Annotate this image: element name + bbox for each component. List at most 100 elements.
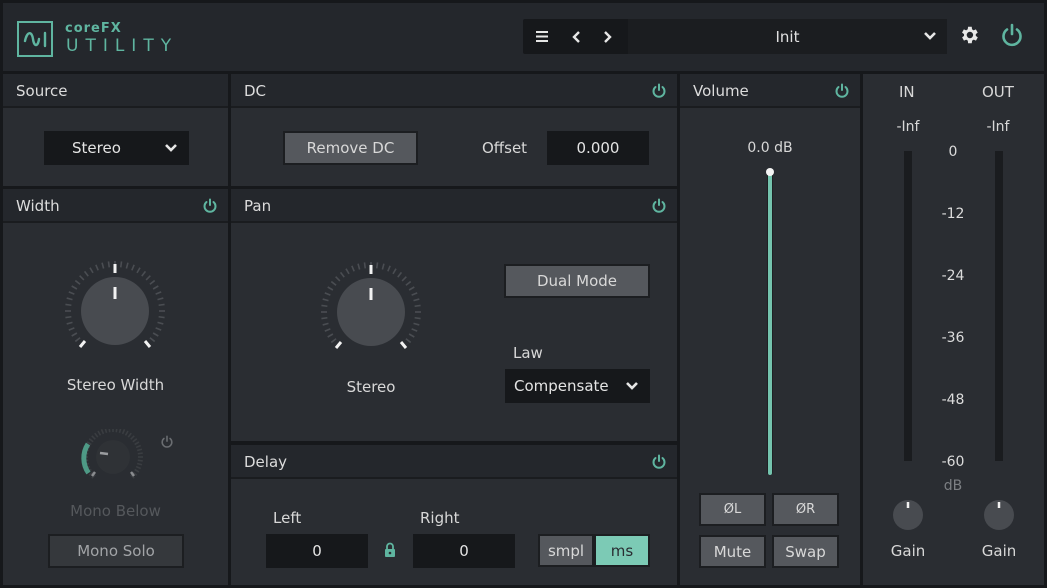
chevron-down-icon	[165, 144, 177, 152]
knob-tick	[95, 264, 99, 271]
knob-tick	[119, 261, 123, 268]
knob-tick	[149, 279, 156, 285]
preset-select[interactable]: Init	[628, 19, 947, 54]
mono-solo-button[interactable]: Mono Solo	[48, 534, 184, 568]
settings-button[interactable]	[958, 24, 980, 50]
volume-power-icon[interactable]	[834, 83, 850, 99]
knob-tick	[411, 328, 418, 332]
stereo-width-label: Stereo Width	[66, 376, 165, 394]
knob-tick	[134, 441, 140, 446]
knob-tick	[66, 321, 73, 325]
phase-invert-left-button[interactable]: ØL	[699, 493, 766, 526]
unit-samples-toggle[interactable]: smpl	[538, 534, 594, 567]
knob-tick	[74, 279, 81, 285]
knob-tick	[135, 465, 142, 470]
db-scale-tick: -48	[941, 392, 965, 408]
output-meter-label: OUT	[982, 83, 1014, 101]
chevron-down-icon	[924, 32, 936, 40]
volume-panel: Volume 0.0 dB ØL ØR Mute Swap	[680, 74, 860, 585]
previous-preset-button[interactable]	[561, 19, 591, 54]
knob-tick	[413, 322, 420, 326]
knob-tick	[141, 270, 147, 277]
dc-title: DC	[244, 82, 267, 100]
knob-tick	[405, 280, 412, 286]
knob-tick	[71, 285, 78, 290]
dc-header: DC	[231, 74, 677, 108]
db-scale-tick: -12	[941, 206, 965, 222]
knob-tick	[381, 263, 385, 270]
volume-value-readout: 0.0 dB	[747, 140, 793, 156]
delay-left-field[interactable]: 0	[266, 534, 368, 568]
output-gain-knob[interactable]	[983, 499, 1015, 531]
knob-tick	[91, 435, 96, 440]
width-title: Width	[16, 197, 60, 215]
knob-tick	[108, 429, 111, 433]
knob-tick	[145, 275, 151, 281]
mono-below-knob[interactable]	[78, 429, 148, 489]
output-gain-label: Gain	[981, 542, 1017, 560]
meter-panel: IN OUT -Inf -Inf 0 -12 -24 -36 -48 -60 dB Gai…	[863, 74, 1044, 585]
source-mode-select[interactable]: Stereo	[44, 131, 189, 165]
knob-tick	[89, 267, 94, 274]
knob-tick	[411, 292, 418, 296]
pan-law-select[interactable]: Compensate	[505, 369, 650, 403]
knob-tick	[321, 316, 328, 320]
phase-invert-right-button[interactable]: ØR	[772, 493, 839, 526]
preset-name: Init	[775, 27, 800, 46]
unit-ms-toggle[interactable]: ms	[594, 534, 650, 567]
knob-tick	[321, 304, 328, 308]
dc-power-icon[interactable]	[651, 83, 667, 99]
source-mode-value: Stereo	[72, 139, 121, 157]
knob-tick	[324, 292, 331, 296]
dc-offset-field[interactable]: 0.000	[547, 131, 649, 165]
knob-tick	[155, 327, 162, 331]
pan-header: Pan	[231, 189, 677, 223]
stereo-width-knob[interactable]	[60, 261, 170, 361]
knob-tick	[83, 270, 89, 277]
plugin-power-button[interactable]	[1000, 23, 1024, 53]
mono-below-power-icon[interactable]	[160, 435, 174, 449]
knob-tick	[66, 297, 73, 301]
knob-tick	[322, 322, 329, 326]
volume-slider-thumb[interactable]	[766, 168, 774, 176]
gear-icon	[962, 26, 978, 44]
output-peak-readout: -Inf	[986, 119, 1010, 135]
remove-dc-button[interactable]: Remove DC	[283, 131, 418, 165]
output-level-meter	[995, 151, 1003, 461]
pan-title: Pan	[244, 197, 272, 215]
knob-tick	[71, 332, 78, 337]
knob-tick	[79, 275, 85, 281]
chevron-right-icon	[604, 30, 612, 43]
input-meter-label: IN	[899, 83, 915, 101]
knob-tick	[392, 268, 397, 275]
knob-tick	[121, 429, 126, 435]
dual-mode-button[interactable]: Dual Mode	[504, 264, 650, 298]
knob-tick	[413, 298, 420, 302]
volume-slider-track[interactable]	[766, 168, 774, 475]
delay-left-label: Left	[273, 509, 302, 527]
next-preset-button[interactable]	[593, 19, 623, 54]
knob-tick	[335, 276, 341, 282]
knob-tick	[65, 303, 72, 307]
swap-button[interactable]: Swap	[772, 535, 839, 568]
power-icon	[1002, 23, 1022, 47]
knob-tick	[158, 315, 165, 319]
delay-power-icon[interactable]	[651, 454, 667, 470]
width-power-icon[interactable]	[202, 198, 218, 214]
knob-tick	[158, 303, 165, 307]
knob-tick	[136, 462, 143, 466]
knob-tick	[414, 304, 421, 308]
input-gain-knob[interactable]	[892, 499, 924, 531]
delay-right-field[interactable]: 0	[413, 534, 515, 568]
preset-menu-button[interactable]	[527, 19, 557, 54]
knob-tick	[136, 267, 141, 274]
knob-tick	[118, 429, 122, 434]
mute-button[interactable]: Mute	[699, 535, 766, 568]
lock-icon[interactable]	[384, 542, 396, 558]
pan-knob[interactable]	[316, 262, 426, 362]
pan-panel: Pan Stereo Dual Mode Law Compensate	[231, 189, 677, 441]
dc-panel: DC Remove DC Offset 0.000	[231, 74, 677, 186]
delay-panel: Delay Left 0 Right 0 smpl ms	[231, 445, 677, 585]
knob-tick	[149, 337, 156, 343]
pan-power-icon[interactable]	[651, 198, 667, 214]
